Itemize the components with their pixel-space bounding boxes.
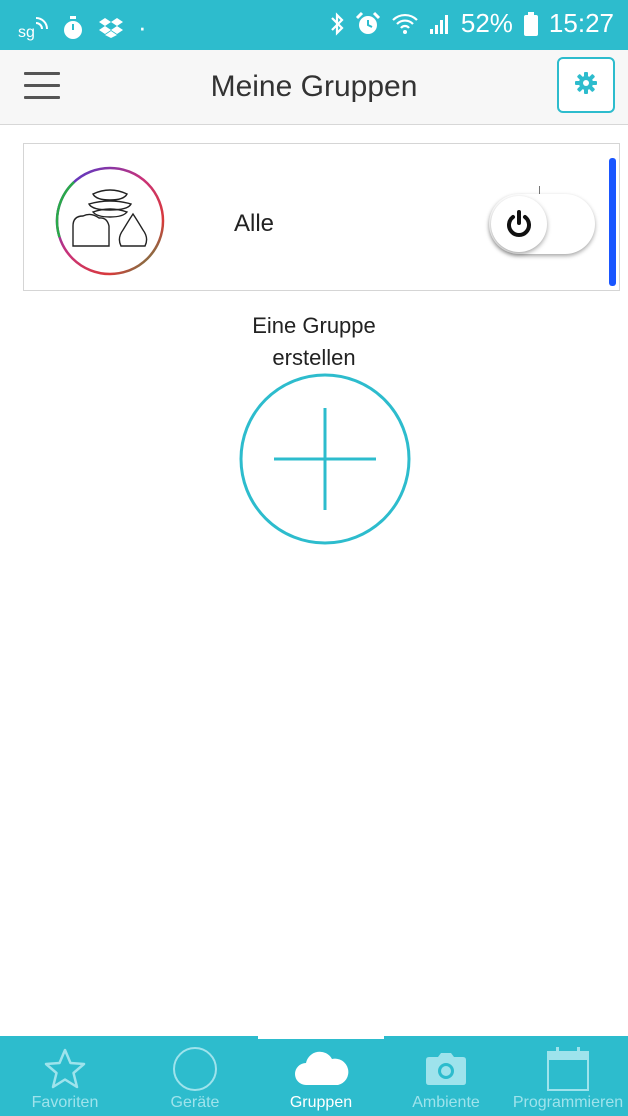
tab-ambiente[interactable]: Ambiente: [384, 1036, 508, 1116]
tab-gruppen[interactable]: Gruppen: [258, 1036, 384, 1116]
app-header: Meine Gruppen: [0, 50, 628, 125]
tab-label: Geräte: [170, 1094, 220, 1111]
alarm-icon: [355, 11, 381, 37]
group-card[interactable]: Alle: [23, 143, 620, 291]
page-title: Meine Gruppen: [210, 70, 418, 103]
create-group-button[interactable]: [238, 372, 412, 546]
tab-label: Ambiente: [412, 1094, 480, 1111]
cloud-icon: [258, 1046, 384, 1092]
signal-icon: [429, 13, 451, 35]
bluetooth-icon: [329, 11, 345, 37]
group-name: Alle: [234, 210, 275, 237]
tab-geraete[interactable]: Geräte: [130, 1036, 260, 1116]
tab-programmieren[interactable]: Programmieren: [508, 1036, 628, 1116]
create-group-label-line1: Eine Gruppe: [252, 313, 376, 338]
toggle-tick-mark: [539, 186, 540, 194]
tab-label: Programmieren: [512, 1094, 624, 1111]
tab-label: Favoriten: [31, 1094, 99, 1111]
status-bar-right: 52% 15:27: [329, 8, 614, 39]
star-icon: [0, 1046, 130, 1092]
group-power-toggle[interactable]: [489, 194, 595, 254]
status-time: 15:27: [548, 8, 614, 38]
status-bar-left: sg ·: [18, 12, 147, 43]
card-accent-bar: [609, 158, 616, 286]
sg-wifi-calling-icon: sg: [18, 15, 48, 41]
tab-favoriten[interactable]: Favoriten: [0, 1036, 130, 1116]
circle-icon: [130, 1046, 260, 1092]
wifi-icon: [391, 12, 419, 36]
battery-icon: [523, 11, 539, 37]
plus-circle-icon: [239, 373, 411, 545]
create-group-label-line2: erstellen: [272, 345, 356, 370]
battery-percent: 52%: [460, 8, 513, 38]
timer-icon: [62, 15, 84, 40]
create-group-label: Eine Gruppe erstellen: [0, 310, 628, 374]
status-bar: sg · 52% 15:27: [0, 0, 628, 50]
dropbox-icon: [98, 17, 124, 39]
bottom-navigation: Favoriten Geräte Gruppen Ambiente Progra…: [0, 1036, 628, 1116]
status-dot: ·: [138, 12, 147, 42]
svg-text:sg: sg: [18, 24, 35, 41]
settings-button[interactable]: [557, 57, 615, 113]
gear-icon: [574, 71, 598, 100]
camera-icon: [384, 1046, 508, 1092]
calendar-icon: [508, 1046, 628, 1092]
lamp-group-icon: [55, 166, 165, 276]
power-icon: [491, 196, 547, 252]
tab-label: Gruppen: [289, 1094, 353, 1111]
